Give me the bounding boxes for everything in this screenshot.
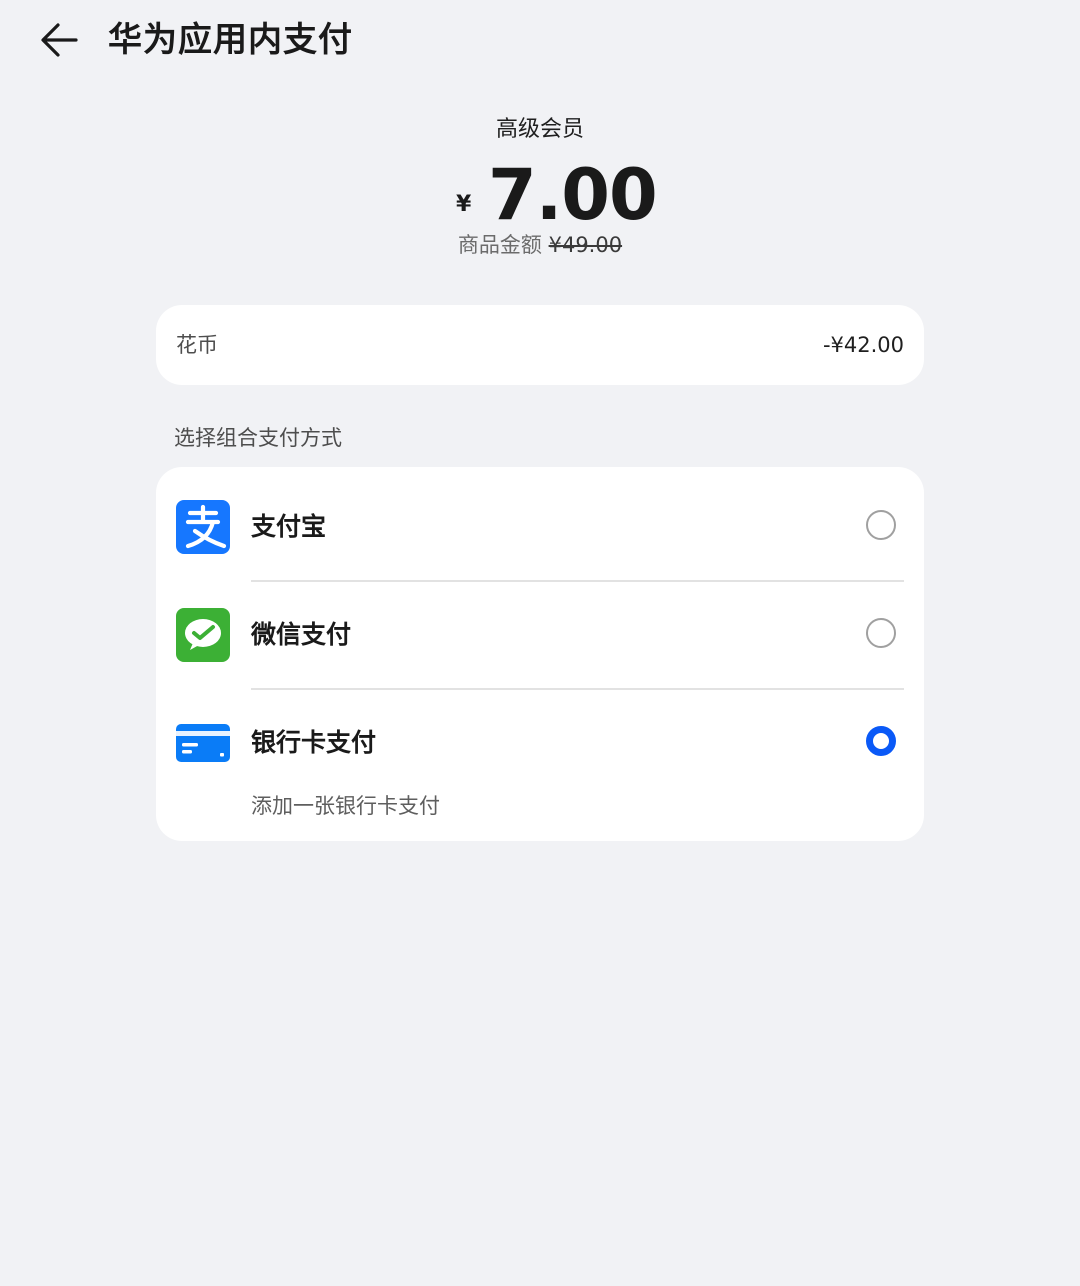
add-bank-card-link[interactable]: 添加一张银行卡支付: [251, 789, 440, 823]
radio-button[interactable]: [866, 618, 896, 648]
product-name: 高级会员: [495, 117, 584, 142]
radio-button-selected[interactable]: [866, 726, 896, 756]
currency-symbol: ¥: [456, 192, 472, 217]
payment-option-label: 银行卡支付: [251, 728, 377, 757]
order-summary: 高级会员 ¥ 7.00 商品金额 ¥49.00: [0, 108, 1080, 260]
radio-button[interactable]: [866, 510, 896, 540]
payment-section-label: 选择组合支付方式: [174, 426, 342, 450]
payment-option-bank-card[interactable]: 银行卡支付: [156, 689, 924, 797]
payment-amount: 7.00: [488, 154, 658, 236]
wechat-pay-icon: [176, 608, 230, 662]
payment-option-label: 微信支付: [251, 620, 352, 649]
payment-methods-card: 支付宝 微信支付 银行卡支付 添加一张银行卡支付: [156, 467, 924, 841]
payment-option-alipay[interactable]: 支付宝: [156, 473, 924, 581]
coins-label: 花币: [176, 333, 218, 357]
huawei-coins-card: 花币 -¥42.00: [156, 305, 924, 385]
coins-deduction-value: -¥42.00: [822, 333, 904, 357]
bank-card-icon: [176, 724, 230, 762]
page-title: 华为应用内支付: [108, 20, 353, 60]
payment-option-label: 支付宝: [251, 512, 327, 541]
arrow-left-icon: [41, 23, 78, 57]
payment-option-wechat[interactable]: 微信支付: [156, 581, 924, 689]
back-button[interactable]: [36, 18, 84, 62]
app-header: 华为应用内支付: [0, 0, 1080, 84]
alipay-icon: [176, 500, 230, 554]
price-row: ¥ 7.00: [0, 152, 1080, 238]
